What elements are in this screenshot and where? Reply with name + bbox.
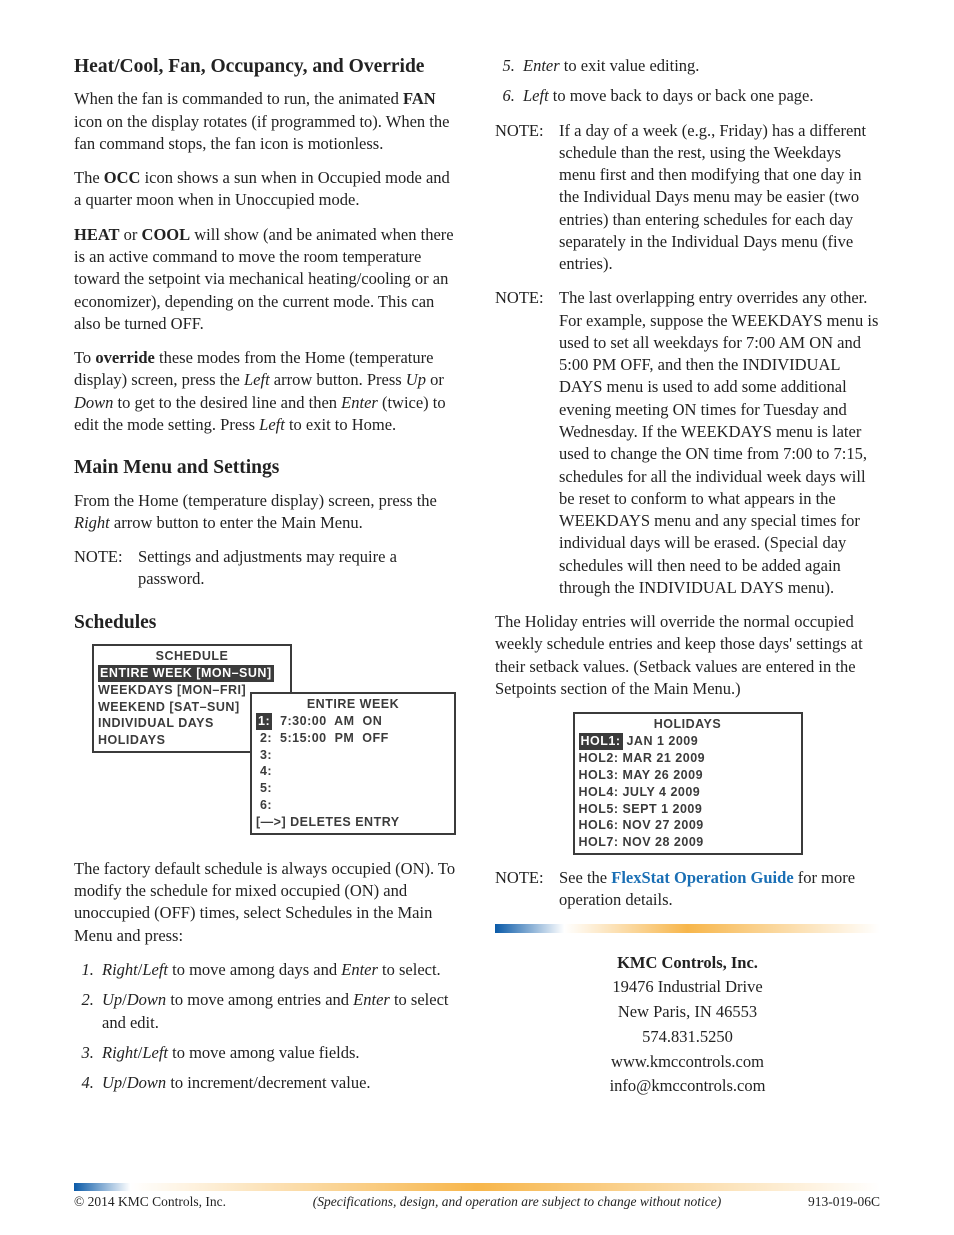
schedule-diagrams: SCHEDULE ENTIRE WEEK [MON–SUN] WEEKDAYS … [92, 644, 459, 844]
lcd-entire-row-selected: 1: 7:30:00 AM ON [256, 713, 450, 730]
right-column: Enter to exit value editing. Left to mov… [495, 55, 880, 1106]
list-item: Right/Left to move among value fields. [98, 1042, 459, 1064]
para-override: To override these modes from the Home (t… [74, 347, 459, 436]
lcd-entire-row: 2: 5:15:00 PM OFF [256, 730, 450, 747]
lcd-entire-row: 4: [256, 763, 450, 780]
lcd-entire-week-panel: ENTIRE WEEK 1: 7:30:00 AM ON 2: 5:15:00 … [250, 692, 456, 835]
lcd-holidays-row: HOL4: JULY 4 2009 [579, 784, 797, 801]
note-body: See the FlexStat Operation Guide for mor… [559, 867, 880, 912]
lcd-entire-row: 6: [256, 797, 450, 814]
page-footer: © 2014 KMC Controls, Inc. (Specification… [74, 1183, 880, 1211]
lcd-holidays-title: HOLIDAYS [579, 716, 797, 733]
footer-doc-number: 913-019-06C [808, 1193, 880, 1211]
steps-list: Right/Left to move among days and Enter … [74, 959, 459, 1094]
lcd-schedule-selected: ENTIRE WEEK [MON–SUN] [98, 665, 286, 682]
left-column: Heat/Cool, Fan, Occupancy, and Override … [74, 55, 459, 1106]
company-name: KMC Controls, Inc. [495, 951, 880, 976]
lcd-schedule-title: SCHEDULE [98, 648, 286, 665]
para-factory-default: The factory default schedule is always o… [74, 858, 459, 947]
note-flexstat: NOTE: See the FlexStat Operation Guide f… [495, 867, 880, 912]
lcd-entire-row: 5: [256, 780, 450, 797]
note-label: NOTE: [495, 867, 559, 912]
note-label: NOTE: [74, 546, 138, 591]
note-label: NOTE: [495, 120, 559, 276]
note-overlap: NOTE: The last overlapping entry overrid… [495, 287, 880, 599]
list-item: Right/Left to move among days and Enter … [98, 959, 459, 981]
list-item: Left to move back to days or back one pa… [519, 85, 880, 107]
company-web[interactable]: www.kmccontrols.com [495, 1050, 880, 1075]
note-body: Settings and adjustments may require a p… [138, 546, 459, 591]
contact-block: KMC Controls, Inc. 19476 Industrial Driv… [495, 951, 880, 1100]
lcd-holidays-row: HOL7: NOV 28 2009 [579, 834, 797, 851]
company-addr2: New Paris, IN 46553 [495, 1000, 880, 1025]
para-heat-cool: HEAT or COOL will show (and be animated … [74, 224, 459, 335]
para-holiday: The Holiday entries will override the no… [495, 611, 880, 700]
footer-gradient [74, 1183, 880, 1191]
note-body: If a day of a week (e.g., Friday) has a … [559, 120, 880, 276]
flexstat-guide-link[interactable]: FlexStat Operation Guide [611, 868, 793, 887]
lcd-holidays-row: HOL2: MAR 21 2009 [579, 750, 797, 767]
note-body: The last overlapping entry overrides any… [559, 287, 880, 599]
para-main-menu: From the Home (temperature display) scre… [74, 490, 459, 535]
lcd-entire-title: ENTIRE WEEK [256, 696, 450, 713]
list-item: Enter to exit value editing. [519, 55, 880, 77]
lcd-holidays-row: HOL6: NOV 27 2009 [579, 817, 797, 834]
steps-list-cont: Enter to exit value editing. Left to mov… [495, 55, 880, 108]
heading-schedules: Schedules [74, 611, 459, 634]
heading-main-menu: Main Menu and Settings [74, 456, 459, 479]
company-email[interactable]: info@kmccontrols.com [495, 1074, 880, 1099]
para-fan: When the fan is commanded to run, the an… [74, 88, 459, 155]
note-friday: NOTE: If a day of a week (e.g., Friday) … [495, 120, 880, 276]
lcd-entire-footer: [—>] DELETES ENTRY [256, 814, 450, 831]
para-occ: The OCC icon shows a sun when in Occupie… [74, 167, 459, 212]
company-addr1: 19476 Industrial Drive [495, 975, 880, 1000]
gradient-divider [495, 924, 880, 933]
lcd-holidays-row: HOL3: MAY 26 2009 [579, 767, 797, 784]
footer-disclaimer: (Specifications, design, and operation a… [313, 1193, 722, 1211]
footer-copyright: © 2014 KMC Controls, Inc. [74, 1193, 226, 1211]
list-item: Up/Down to increment/decrement value. [98, 1072, 459, 1094]
lcd-entire-row: 3: [256, 747, 450, 764]
note-password: NOTE: Settings and adjustments may requi… [74, 546, 459, 591]
list-item: Up/Down to move among entries and Enter … [98, 989, 459, 1034]
note-label: NOTE: [495, 287, 559, 599]
lcd-holidays-panel: HOLIDAYS HOL1: JAN 1 2009 HOL2: MAR 21 2… [573, 712, 803, 855]
company-phone: 574.831.5250 [495, 1025, 880, 1050]
heading-heat-cool: Heat/Cool, Fan, Occupancy, and Override [74, 55, 459, 78]
lcd-holidays-selected: HOL1: JAN 1 2009 [579, 733, 797, 750]
lcd-holidays-row: HOL5: SEPT 1 2009 [579, 801, 797, 818]
